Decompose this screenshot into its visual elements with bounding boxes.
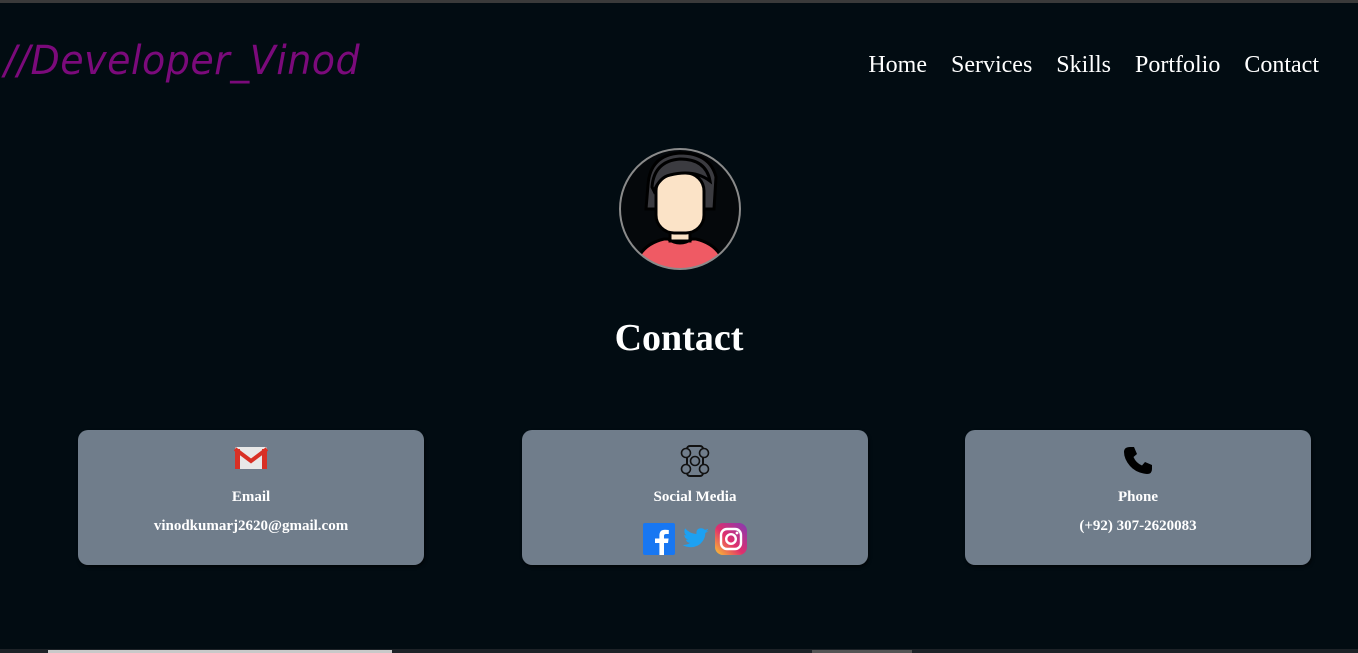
twitter-icon[interactable] [679,523,711,555]
user-avatar-icon [614,147,746,271]
main-nav: Home Services Skills Portfolio Contact [868,52,1319,79]
instagram-icon[interactable] [715,523,747,555]
nav-services-link[interactable]: Services [951,52,1032,79]
social-media-label: Social Media [653,489,737,505]
facebook-icon[interactable] [643,523,675,555]
nav-home-link[interactable]: Home [868,52,927,79]
email-label: Email [231,489,271,505]
email-card: Email vinodkumarj2620@gmail.com [78,430,424,565]
phone-icon [1121,444,1155,483]
nav-contact-link[interactable]: Contact [1244,52,1319,79]
phone-card: Phone (+92) 307-2620083 [965,430,1311,565]
nav-skills-link[interactable]: Skills [1056,52,1111,79]
page-title: Contact [614,317,744,359]
nav-portfolio-link[interactable]: Portfolio [1135,52,1220,79]
email-address[interactable]: vinodkumarj2620@gmail.com [78,518,424,535]
social-links [522,523,868,555]
phone-label: Phone [1117,489,1158,505]
phone-number[interactable]: (+92) 307-2620083 [965,518,1311,535]
social-media-card: Social Media [522,430,868,565]
site-logo[interactable]: //Developer_Vinod [4,38,360,84]
gmail-icon [233,444,269,477]
top-border [0,0,1358,3]
social-media-icon [678,444,712,483]
